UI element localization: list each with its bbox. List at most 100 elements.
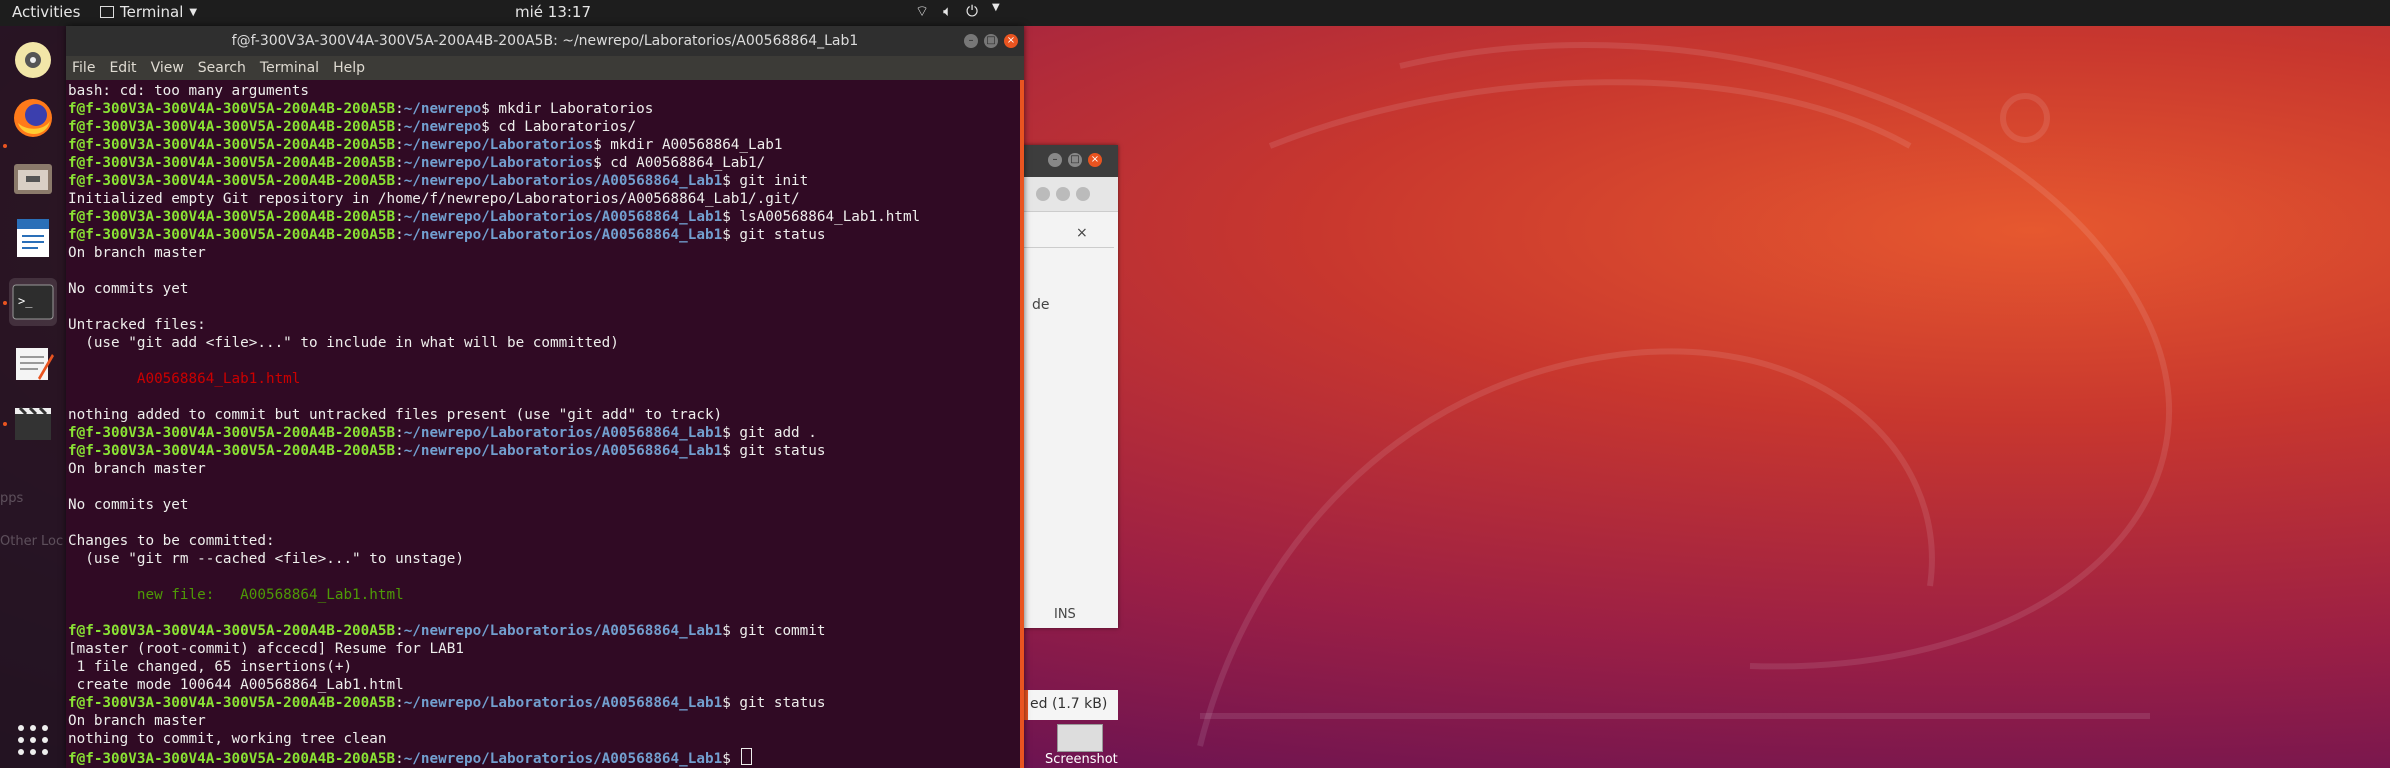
terminal-window[interactable]: f@f-300V3A-300V4A-300V5A-200A4B-200A5B: … xyxy=(66,26,1024,768)
output-text: On branch master xyxy=(68,245,206,261)
prompt-user: f@f-300V3A-300V4A-300V5A-200A4B-200A5B xyxy=(68,137,396,153)
minimize-icon[interactable]: – xyxy=(964,34,978,48)
command-text: git add . xyxy=(739,425,817,441)
prompt-separator: : xyxy=(395,227,404,243)
prompt-separator: : xyxy=(395,155,404,171)
terminal-output[interactable]: bash: cd: too many arguments f@f-300V3A-3… xyxy=(66,80,1024,768)
minimize-icon[interactable]: – xyxy=(1048,153,1062,167)
output-text: On branch master xyxy=(68,713,206,729)
prompt-symbol: $ xyxy=(722,209,740,225)
output-text: [master (root-commit) afccecd] Resume fo… xyxy=(68,641,464,657)
video-icon[interactable] xyxy=(9,398,57,446)
prompt-user: f@f-300V3A-300V4A-300V5A-200A4B-200A5B xyxy=(68,443,396,459)
terminal-output-line: nothing to commit, working tree clean xyxy=(68,730,1024,748)
prompt-path: ~/newrepo/Laboratorios/A00568864_Lab1 xyxy=(403,425,723,441)
prompt-symbol: $ xyxy=(481,101,499,117)
prompt-symbol: $ xyxy=(722,751,740,767)
background-window-toolbar xyxy=(1024,177,1118,212)
terminal-output-line xyxy=(68,352,1024,370)
maximize-icon[interactable]: □ xyxy=(984,34,998,48)
terminal-command-line: f@f-300V3A-300V4A-300V5A-200A4B-200A5B:~… xyxy=(68,208,1024,226)
prompt-user: f@f-300V3A-300V4A-300V5A-200A4B-200A5B xyxy=(68,623,396,639)
terminal-icon[interactable]: >_ xyxy=(9,278,57,326)
background-window[interactable]: – □ × × de INS xyxy=(1020,145,1118,628)
terminal-command-line: f@f-300V3A-300V4A-300V5A-200A4B-200A5B:~… xyxy=(68,424,1024,442)
command-text: git status xyxy=(739,227,826,243)
close-icon[interactable]: × xyxy=(1088,153,1102,167)
firefox-icon[interactable] xyxy=(9,94,57,142)
files-icon[interactable] xyxy=(9,154,57,202)
terminal-output-line: No commits yet xyxy=(68,280,1024,298)
tab-close-button[interactable]: × xyxy=(1076,225,1088,241)
output-text: Untracked files: xyxy=(68,317,206,333)
menu-terminal[interactable]: Terminal xyxy=(260,60,319,76)
prompt-path: ~/newrepo/Laboratorios/A00568864_Lab1 xyxy=(403,751,723,767)
text-editor-icon[interactable] xyxy=(9,340,57,388)
show-apps-icon[interactable] xyxy=(9,716,57,764)
terminal-scrollbar[interactable] xyxy=(1020,80,1024,768)
minimize-icon[interactable] xyxy=(1036,187,1050,201)
menu-edit[interactable]: Edit xyxy=(109,60,136,76)
file-size-label: ed (1.7 kB) xyxy=(1030,696,1108,712)
command-text: mkdir A00568864_Lab1 xyxy=(610,137,783,153)
terminal-output-line: On branch master xyxy=(68,244,1024,262)
app-menu[interactable]: Terminal ▼ xyxy=(100,3,197,21)
prompt-separator: : xyxy=(395,119,404,135)
output-text: On branch master xyxy=(68,461,206,477)
terminal-command-line: f@f-300V3A-300V4A-300V5A-200A4B-200A5B:~… xyxy=(68,226,1024,244)
terminal-output-line: new file: A00568864_Lab1.html xyxy=(68,586,1024,604)
top-panel: Activities Terminal ▼ mié 13:17 ⌔ 🔈︎ ⏻ ▼ xyxy=(0,0,2390,26)
libreoffice-writer-icon[interactable] xyxy=(9,214,57,262)
command-text: git status xyxy=(739,695,826,711)
prompt-symbol: $ xyxy=(481,119,499,135)
maximize-icon[interactable]: □ xyxy=(1068,153,1082,167)
output-text: create mode 100644 A00568864_Lab1.html xyxy=(68,677,404,693)
running-indicator xyxy=(3,301,7,305)
prompt-separator: : xyxy=(395,101,404,117)
terminal-titlebar[interactable]: f@f-300V3A-300V4A-300V5A-200A4B-200A5B: … xyxy=(66,26,1024,56)
system-tray[interactable]: ⌔ 🔈︎ ⏻ ▼ xyxy=(915,2,1000,21)
app-menu-label: Terminal xyxy=(120,3,184,21)
insert-mode-indicator: INS xyxy=(1054,607,1076,622)
prompt-separator: : xyxy=(395,137,404,153)
prompt-separator: : xyxy=(395,695,404,711)
prompt-symbol: $ xyxy=(722,623,740,639)
output-text: new file: A00568864_Lab1.html xyxy=(68,587,404,603)
output-text: nothing added to commit but untracked fi… xyxy=(68,407,723,423)
command-text: git init xyxy=(739,173,809,189)
terminal-output-line: Untracked files: xyxy=(68,316,1024,334)
prompt-path: ~/newrepo/Laboratorios/A00568864_Lab1 xyxy=(403,695,723,711)
menu-view[interactable]: View xyxy=(151,60,184,76)
terminal-output-line: [master (root-commit) afccecd] Resume fo… xyxy=(68,640,1024,658)
output-text: Changes to be committed: xyxy=(68,533,275,549)
menu-search[interactable]: Search xyxy=(198,60,246,76)
terminal-output-line xyxy=(68,388,1024,406)
close-icon[interactable] xyxy=(1076,187,1090,201)
desktop-screenshot-file[interactable]: Screenshot xyxy=(1045,724,1118,768)
maximize-icon[interactable] xyxy=(1056,187,1070,201)
dock: >_ pps Other Loc xyxy=(0,26,66,768)
prompt-symbol: $ xyxy=(722,173,740,189)
close-icon[interactable]: × xyxy=(1004,34,1018,48)
menu-file[interactable]: File xyxy=(72,60,95,76)
clock[interactable]: mié 13:17 xyxy=(515,3,591,21)
terminal-output-line: On branch master xyxy=(68,460,1024,478)
prompt-path: ~/newrepo/Laboratorios/A00568864_Lab1 xyxy=(403,623,723,639)
menu-help[interactable]: Help xyxy=(333,60,365,76)
activities-button[interactable]: Activities xyxy=(12,3,80,21)
power-icon: ⏻ xyxy=(966,2,978,20)
terminal-command-line: f@f-300V3A-300V4A-300V5A-200A4B-200A5B:~… xyxy=(68,136,1024,154)
rhythmbox-icon[interactable] xyxy=(9,36,57,84)
terminal-output-line: create mode 100644 A00568864_Lab1.html xyxy=(68,676,1024,694)
window-title: f@f-300V3A-300V4A-300V5A-200A4B-200A5B: … xyxy=(231,33,859,49)
prompt-user: f@f-300V3A-300V4A-300V5A-200A4B-200A5B xyxy=(68,695,396,711)
file-size-bar: ed (1.7 kB) xyxy=(1024,690,1118,720)
prompt-path: ~/newrepo/Laboratorios/A00568864_Lab1 xyxy=(403,443,723,459)
output-text: No commits yet xyxy=(68,497,189,513)
prompt-symbol: $ xyxy=(722,695,740,711)
prompt-symbol: $ xyxy=(593,155,611,171)
output-text: Initialized empty Git repository in /hom… xyxy=(68,191,800,207)
terminal-output-line: On branch master xyxy=(68,712,1024,730)
prompt-symbol: $ xyxy=(722,443,740,459)
prompt-user: f@f-300V3A-300V4A-300V5A-200A4B-200A5B xyxy=(68,119,396,135)
